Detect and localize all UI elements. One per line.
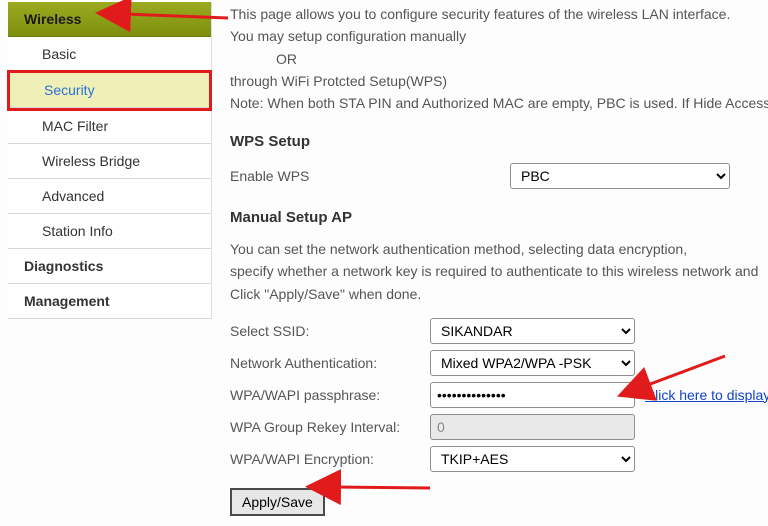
intro-line3: through WiFi Protcted Setup(WPS) <box>230 71 768 91</box>
sidebar-item-management[interactable]: Management <box>8 284 211 319</box>
rekey-input <box>430 414 635 440</box>
wps-title: WPS Setup <box>230 131 768 153</box>
intro-line2: You may setup configuration manually <box>230 26 768 46</box>
manual-desc2: specify whether a network key is require… <box>230 261 768 281</box>
enable-wps-label: Enable WPS <box>230 166 430 186</box>
intro-line1: This page allows you to configure securi… <box>230 4 768 24</box>
pass-label: WPA/WAPI passphrase: <box>230 385 430 405</box>
sidebar-item-mac-filter[interactable]: MAC Filter <box>8 109 211 144</box>
auth-label: Network Authentication: <box>230 353 430 373</box>
manual-title: Manual Setup AP <box>230 207 768 229</box>
sidebar-item-basic[interactable]: Basic <box>8 37 211 72</box>
sidebar-item-security[interactable]: Security <box>10 73 209 108</box>
intro-or: OR <box>230 49 768 69</box>
pass-input[interactable] <box>430 382 635 408</box>
sidebar-item-advanced[interactable]: Advanced <box>8 179 211 214</box>
manual-desc1: You can set the network authentication m… <box>230 239 768 259</box>
sidebar-item-station-info[interactable]: Station Info <box>8 214 211 249</box>
enc-label: WPA/WAPI Encryption: <box>230 449 430 469</box>
content: This page allows you to configure securi… <box>212 0 768 526</box>
sidebar: Wireless Basic Security MAC Filter Wirel… <box>0 0 212 526</box>
sidebar-item-wireless-bridge[interactable]: Wireless Bridge <box>8 144 211 179</box>
enc-select[interactable]: TKIP+AES <box>430 446 635 472</box>
rekey-label: WPA Group Rekey Interval: <box>230 417 430 437</box>
ssid-select[interactable]: SIKANDAR <box>430 318 635 344</box>
manual-desc3: Click "Apply/Save" when done. <box>230 284 768 304</box>
sidebar-header-wireless[interactable]: Wireless <box>8 2 211 37</box>
ssid-label: Select SSID: <box>230 321 430 341</box>
auth-select[interactable]: Mixed WPA2/WPA -PSK <box>430 350 635 376</box>
intro-line4: Note: When both STA PIN and Authorized M… <box>230 93 768 113</box>
sidebar-item-diagnostics[interactable]: Diagnostics <box>8 249 211 284</box>
display-pass-link[interactable]: Click here to display <box>645 385 768 405</box>
apply-save-button[interactable]: Apply/Save <box>230 488 325 516</box>
enable-wps-select[interactable]: PBC <box>510 163 730 189</box>
